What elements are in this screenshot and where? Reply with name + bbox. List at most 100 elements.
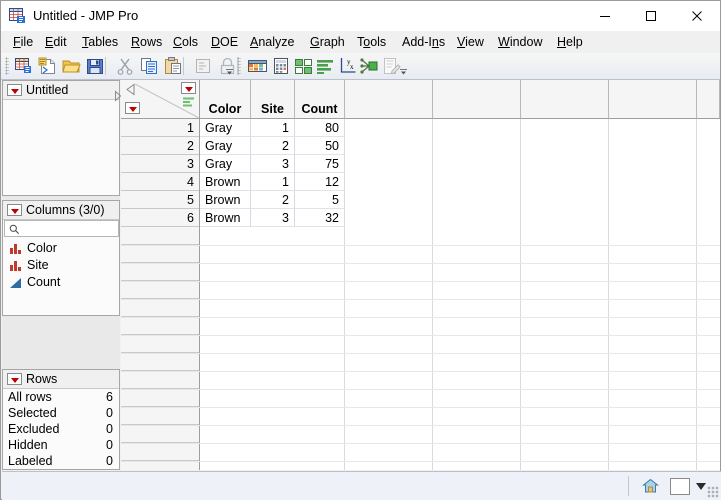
row-number-empty[interactable]: [121, 443, 199, 461]
menu-tools[interactable]: Tools: [353, 34, 390, 51]
fit-y-by-x-button[interactable]: y x: [337, 56, 358, 76]
menu-doe[interactable]: DOE: [207, 34, 242, 51]
row-number[interactable]: 1: [121, 119, 199, 137]
toolbar-grip-1[interactable]: [5, 57, 9, 75]
row-number[interactable]: 6: [121, 209, 199, 227]
menu-addins[interactable]: Add-Ins: [398, 34, 449, 51]
undo-button[interactable]: [193, 56, 214, 76]
cell-count[interactable]: 32: [295, 209, 345, 227]
columns-search-input[interactable]: [4, 220, 119, 237]
new-data-table-button[interactable]: [13, 56, 34, 76]
row-number-empty[interactable]: [121, 353, 199, 371]
cell-site[interactable]: 2: [251, 137, 295, 155]
column-item-count[interactable]: Count: [3, 274, 121, 291]
toolbar-overflow-1[interactable]: [225, 65, 234, 77]
maximize-button[interactable]: [628, 1, 674, 31]
rows-stat-labeled[interactable]: Labeled 0: [3, 453, 121, 470]
rows-stat-excluded[interactable]: Excluded 0: [3, 421, 121, 438]
paste-button[interactable]: [163, 56, 184, 76]
row-number[interactable]: 4: [121, 173, 199, 191]
row-number-empty[interactable]: [121, 245, 199, 263]
cut-button[interactable]: [115, 56, 136, 76]
row-number[interactable]: 5: [121, 191, 199, 209]
home-icon[interactable]: [642, 478, 659, 494]
column-header-empty[interactable]: [697, 80, 720, 119]
rows-stat-hidden[interactable]: Hidden 0: [3, 437, 121, 454]
resize-grip-icon[interactable]: [707, 486, 719, 498]
cell-color[interactable]: Gray: [200, 155, 251, 173]
cell-count[interactable]: 5: [295, 191, 345, 209]
expand-arrow-icon[interactable]: [107, 84, 122, 102]
tabulate-button[interactable]: [271, 56, 292, 76]
row-number-empty[interactable]: [121, 227, 199, 245]
data-table-menu-icon[interactable]: [7, 84, 22, 96]
cell-count[interactable]: 50: [295, 137, 345, 155]
subset-button[interactable]: [293, 56, 314, 76]
green-bars-icon[interactable]: [183, 96, 195, 110]
cell-color[interactable]: Brown: [200, 209, 251, 227]
cell-site[interactable]: 1: [251, 173, 295, 191]
menu-edit[interactable]: Edit: [41, 34, 71, 51]
rows-stat-selected[interactable]: Selected 0: [3, 405, 121, 422]
row-number-empty[interactable]: [121, 407, 199, 425]
row-number-empty[interactable]: [121, 299, 199, 317]
row-number-empty[interactable]: [121, 389, 199, 407]
row-number-empty[interactable]: [121, 335, 199, 353]
row-number-empty[interactable]: [121, 317, 199, 335]
menu-analyze[interactable]: Analyze: [246, 34, 298, 51]
cell-color[interactable]: Brown: [200, 173, 251, 191]
rows-panel-header[interactable]: Rows: [3, 370, 119, 389]
column-header-empty[interactable]: [521, 80, 609, 119]
column-item-site[interactable]: Site: [3, 257, 121, 274]
cell-site[interactable]: 3: [251, 155, 295, 173]
menu-window[interactable]: Window: [494, 34, 546, 51]
mode-box-button[interactable]: [670, 478, 690, 495]
menu-view[interactable]: View: [453, 34, 488, 51]
rows-stat-all-rows[interactable]: All rows 6: [3, 389, 121, 406]
row-number-empty[interactable]: [121, 263, 199, 281]
columns-menu-icon[interactable]: [7, 204, 22, 216]
column-header-count[interactable]: Count: [295, 80, 345, 119]
cell-count[interactable]: 12: [295, 173, 345, 191]
toolbar-overflow-2[interactable]: [399, 65, 408, 77]
menu-file[interactable]: File: [9, 34, 37, 51]
menu-cols[interactable]: Cols: [169, 34, 202, 51]
column-item-color[interactable]: Color: [3, 240, 121, 257]
menu-graph[interactable]: Graph: [306, 34, 349, 51]
cell-site[interactable]: 1: [251, 119, 295, 137]
columns-menu-red-triangle-icon[interactable]: [181, 82, 196, 94]
row-number-empty[interactable]: [121, 281, 199, 299]
column-header-empty[interactable]: [433, 80, 521, 119]
data-table-panel-header[interactable]: Untitled: [3, 81, 122, 102]
row-number[interactable]: 2: [121, 137, 199, 155]
menu-tables[interactable]: Tables: [78, 34, 122, 51]
save-button[interactable]: [85, 56, 106, 76]
data-filter-button[interactable]: [247, 56, 268, 76]
menu-rows[interactable]: Rows: [127, 34, 166, 51]
row-number-empty[interactable]: [121, 371, 199, 389]
cell-color[interactable]: Gray: [200, 119, 251, 137]
triangle-down-icon[interactable]: [696, 483, 706, 490]
column-header-color[interactable]: Color: [200, 80, 251, 119]
column-header-empty[interactable]: [345, 80, 433, 119]
column-header-site[interactable]: Site: [251, 80, 295, 119]
table-corner-cell[interactable]: [121, 80, 200, 119]
cell-site[interactable]: 3: [251, 209, 295, 227]
fit-model-button[interactable]: [359, 56, 380, 76]
triangle-left-icon[interactable]: [125, 83, 136, 99]
row-number-empty[interactable]: [121, 425, 199, 443]
minimize-button[interactable]: [582, 1, 628, 31]
rows-menu-icon[interactable]: [7, 373, 22, 385]
column-header-empty[interactable]: [609, 80, 697, 119]
cell-site[interactable]: 2: [251, 191, 295, 209]
columns-panel-header[interactable]: Columns (3/0): [3, 201, 119, 220]
cell-count[interactable]: 75: [295, 155, 345, 173]
rows-menu-red-triangle-icon[interactable]: [125, 102, 140, 114]
menu-help[interactable]: Help: [553, 34, 587, 51]
row-number-empty[interactable]: [121, 461, 199, 470]
row-number[interactable]: 3: [121, 155, 199, 173]
distribution-button[interactable]: [315, 56, 336, 76]
open-file-button[interactable]: [61, 56, 82, 76]
cell-color[interactable]: Gray: [200, 137, 251, 155]
cell-color[interactable]: Brown: [200, 191, 251, 209]
